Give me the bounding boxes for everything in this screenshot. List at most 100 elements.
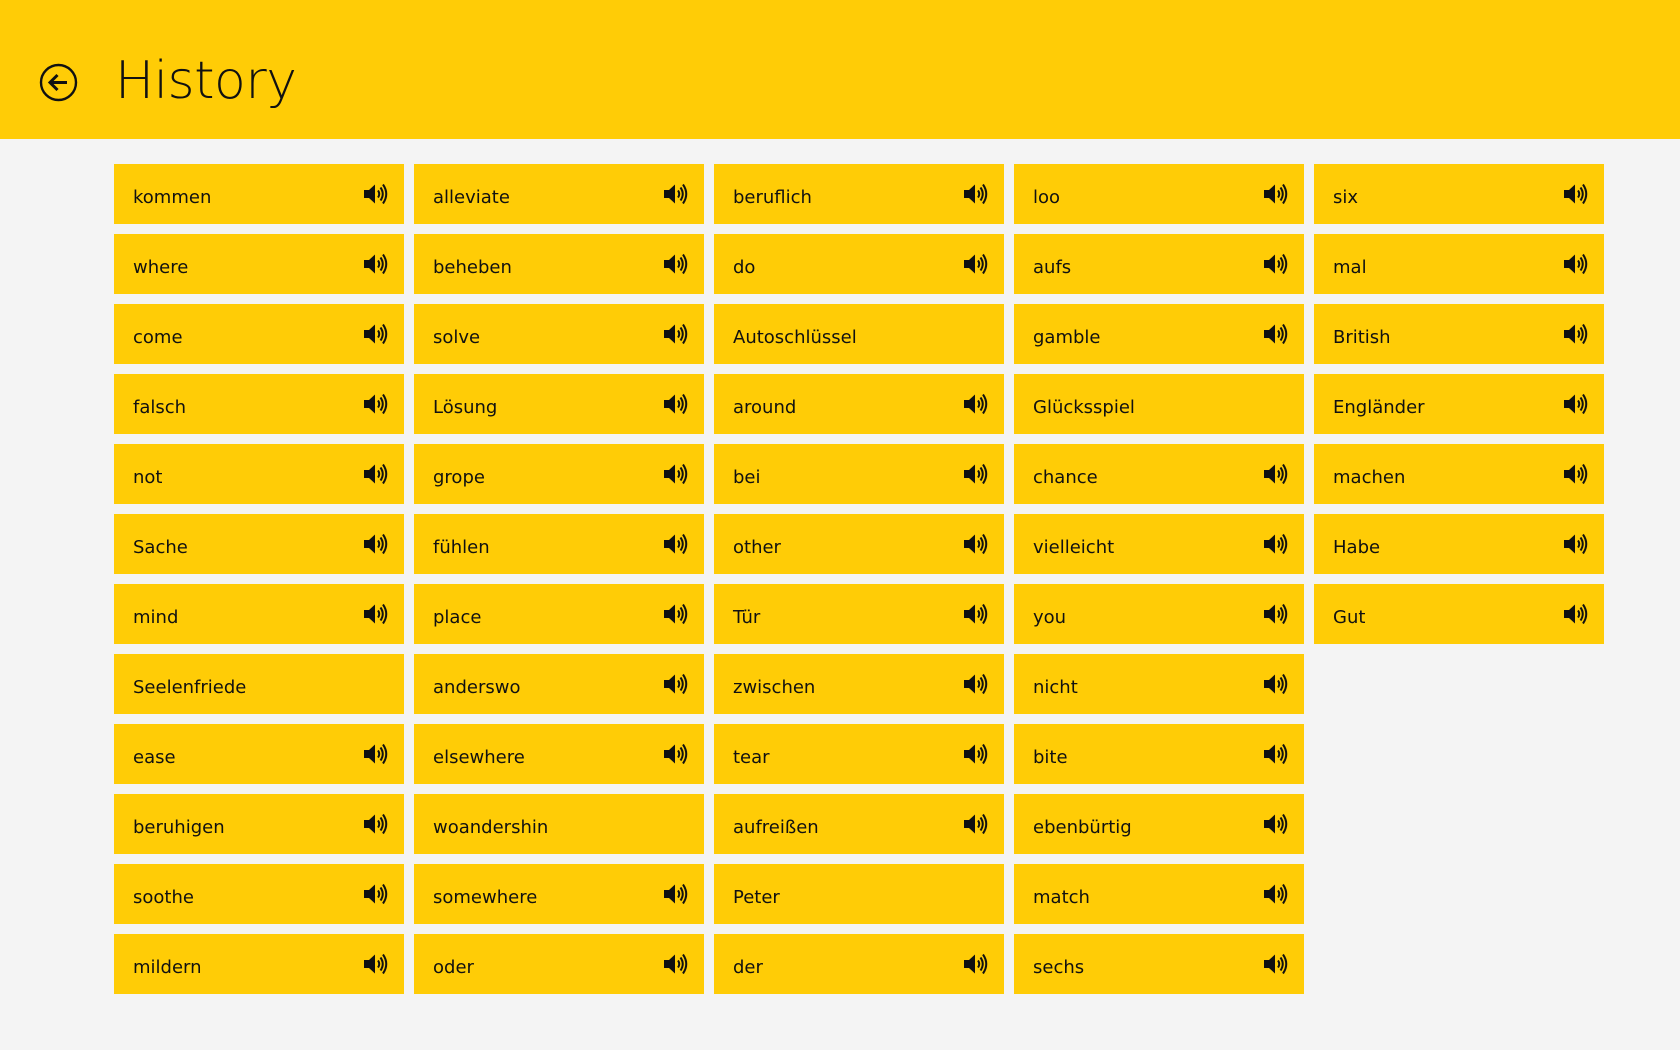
history-tile[interactable]: vielleicht xyxy=(1014,514,1304,574)
speaker-icon[interactable] xyxy=(362,951,388,977)
speaker-icon[interactable] xyxy=(1262,321,1288,347)
speaker-icon[interactable] xyxy=(1562,461,1588,487)
speaker-icon[interactable] xyxy=(362,391,388,417)
history-tile[interactable]: where xyxy=(114,234,404,294)
history-tile[interactable]: ebenbürtig xyxy=(1014,794,1304,854)
speaker-icon[interactable] xyxy=(962,181,988,207)
history-tile[interactable]: mind xyxy=(114,584,404,644)
history-tile[interactable]: Glücksspiel xyxy=(1014,374,1304,434)
history-tile[interactable]: tear xyxy=(714,724,1004,784)
history-tile[interactable]: not xyxy=(114,444,404,504)
history-tile[interactable]: sechs xyxy=(1014,934,1304,994)
history-tile[interactable]: Autoschlüssel xyxy=(714,304,1004,364)
speaker-icon[interactable] xyxy=(362,461,388,487)
history-tile[interactable]: match xyxy=(1014,864,1304,924)
speaker-icon[interactable] xyxy=(1562,391,1588,417)
speaker-icon[interactable] xyxy=(662,741,688,767)
history-tile[interactable]: you xyxy=(1014,584,1304,644)
speaker-icon[interactable] xyxy=(1262,671,1288,697)
speaker-icon[interactable] xyxy=(962,391,988,417)
speaker-icon[interactable] xyxy=(1262,881,1288,907)
speaker-icon[interactable] xyxy=(962,811,988,837)
back-button[interactable] xyxy=(39,63,78,102)
history-tile[interactable]: Tür xyxy=(714,584,1004,644)
speaker-icon[interactable] xyxy=(362,181,388,207)
speaker-icon[interactable] xyxy=(1262,601,1288,627)
speaker-icon[interactable] xyxy=(662,601,688,627)
history-tile[interactable]: zwischen xyxy=(714,654,1004,714)
speaker-icon[interactable] xyxy=(662,251,688,277)
speaker-icon[interactable] xyxy=(662,671,688,697)
history-tile[interactable]: Gut xyxy=(1314,584,1604,644)
history-tile[interactable]: Sache xyxy=(114,514,404,574)
history-tile[interactable]: woandershin xyxy=(414,794,704,854)
history-tile[interactable]: do xyxy=(714,234,1004,294)
history-tile[interactable]: Lösung xyxy=(414,374,704,434)
history-tile[interactable]: around xyxy=(714,374,1004,434)
speaker-icon[interactable] xyxy=(1262,811,1288,837)
speaker-icon[interactable] xyxy=(662,181,688,207)
history-tile[interactable]: soothe xyxy=(114,864,404,924)
speaker-icon[interactable] xyxy=(962,951,988,977)
history-tile[interactable]: aufs xyxy=(1014,234,1304,294)
history-tile[interactable]: solve xyxy=(414,304,704,364)
history-tile[interactable]: oder xyxy=(414,934,704,994)
history-tile[interactable]: beheben xyxy=(414,234,704,294)
history-tile[interactable]: alleviate xyxy=(414,164,704,224)
history-tile[interactable]: falsch xyxy=(114,374,404,434)
history-tile[interactable]: Habe xyxy=(1314,514,1604,574)
history-tile[interactable]: chance xyxy=(1014,444,1304,504)
speaker-icon[interactable] xyxy=(362,601,388,627)
history-tile[interactable]: der xyxy=(714,934,1004,994)
history-tile[interactable]: mal xyxy=(1314,234,1604,294)
history-tile[interactable]: aufreißen xyxy=(714,794,1004,854)
speaker-icon[interactable] xyxy=(962,601,988,627)
speaker-icon[interactable] xyxy=(1562,321,1588,347)
speaker-icon[interactable] xyxy=(662,321,688,347)
history-tile[interactable]: somewhere xyxy=(414,864,704,924)
speaker-icon[interactable] xyxy=(962,741,988,767)
history-tile[interactable]: Peter xyxy=(714,864,1004,924)
history-tile[interactable]: ease xyxy=(114,724,404,784)
speaker-icon[interactable] xyxy=(662,881,688,907)
history-tile[interactable]: six xyxy=(1314,164,1604,224)
speaker-icon[interactable] xyxy=(1262,461,1288,487)
speaker-icon[interactable] xyxy=(962,461,988,487)
speaker-icon[interactable] xyxy=(962,671,988,697)
history-tile[interactable]: British xyxy=(1314,304,1604,364)
history-tile[interactable]: beruflich xyxy=(714,164,1004,224)
speaker-icon[interactable] xyxy=(662,391,688,417)
history-tile[interactable]: bei xyxy=(714,444,1004,504)
speaker-icon[interactable] xyxy=(1262,251,1288,277)
history-tile[interactable]: bite xyxy=(1014,724,1304,784)
history-tile[interactable]: Engländer xyxy=(1314,374,1604,434)
speaker-icon[interactable] xyxy=(362,251,388,277)
history-tile[interactable]: loo xyxy=(1014,164,1304,224)
history-tile[interactable]: kommen xyxy=(114,164,404,224)
speaker-icon[interactable] xyxy=(1562,531,1588,557)
speaker-icon[interactable] xyxy=(662,531,688,557)
speaker-icon[interactable] xyxy=(962,531,988,557)
history-tile[interactable]: mildern xyxy=(114,934,404,994)
speaker-icon[interactable] xyxy=(662,461,688,487)
history-tile[interactable]: gamble xyxy=(1014,304,1304,364)
speaker-icon[interactable] xyxy=(1562,181,1588,207)
history-tile[interactable]: Seelenfriede xyxy=(114,654,404,714)
speaker-icon[interactable] xyxy=(1262,741,1288,767)
history-tile[interactable]: machen xyxy=(1314,444,1604,504)
speaker-icon[interactable] xyxy=(1562,601,1588,627)
speaker-icon[interactable] xyxy=(1262,531,1288,557)
speaker-icon[interactable] xyxy=(362,881,388,907)
history-tile[interactable]: fühlen xyxy=(414,514,704,574)
speaker-icon[interactable] xyxy=(962,251,988,277)
history-tile[interactable]: place xyxy=(414,584,704,644)
speaker-icon[interactable] xyxy=(362,531,388,557)
history-tile[interactable]: elsewhere xyxy=(414,724,704,784)
history-tile[interactable]: nicht xyxy=(1014,654,1304,714)
history-tile[interactable]: grope xyxy=(414,444,704,504)
speaker-icon[interactable] xyxy=(362,321,388,347)
speaker-icon[interactable] xyxy=(362,741,388,767)
history-tile[interactable]: beruhigen xyxy=(114,794,404,854)
speaker-icon[interactable] xyxy=(1262,181,1288,207)
history-tile[interactable]: anderswo xyxy=(414,654,704,714)
